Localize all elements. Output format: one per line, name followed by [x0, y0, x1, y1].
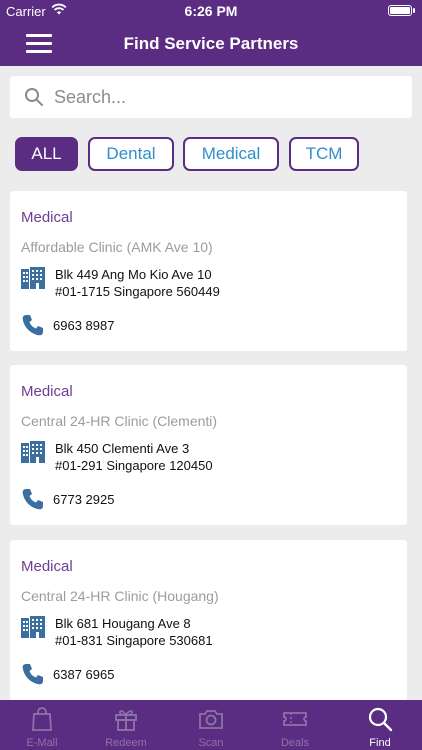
partner-card[interactable]: Medical Central 24-HR Clinic (Hougang) B…	[10, 540, 407, 700]
partner-name: Central 24-HR Clinic (Clementi)	[21, 413, 218, 429]
partner-address: Blk 681 Hougang Ave 8 #01-831 Singapore …	[55, 615, 213, 649]
search-input[interactable]	[54, 82, 394, 112]
partner-category: Medical	[21, 383, 73, 400]
gift-icon	[113, 706, 139, 732]
top-bar: Carrier 6:26 PM Find Service Partners	[0, 0, 422, 66]
address-line-2: #01-831 Singapore 530681	[55, 633, 213, 648]
address-line-1: Blk 681 Hougang Ave 8	[55, 616, 191, 631]
phone-icon[interactable]	[21, 487, 45, 511]
partner-name: Central 24-HR Clinic (Hougang)	[21, 588, 219, 604]
phone-icon[interactable]	[21, 662, 45, 686]
page-title: Find Service Partners	[123, 34, 299, 53]
navigation-bar: Find Service Partners	[0, 22, 422, 66]
building-icon	[21, 441, 45, 463]
tab-label: Find	[369, 737, 391, 749]
phone-icon[interactable]	[21, 313, 45, 337]
tab-redeem[interactable]: Redeem	[84, 700, 168, 750]
tab-bar: E-Mall Redeem Scan Deals Find	[0, 700, 422, 750]
shopping-bag-icon	[29, 706, 55, 732]
partner-address: Blk 449 Ang Mo Kio Ave 10 #01-1715 Singa…	[55, 266, 220, 300]
filter-chip-tcm[interactable]: TCM	[289, 137, 359, 171]
partner-name: Affordable Clinic (AMK Ave 10)	[21, 239, 213, 255]
tab-label: E-Mall	[26, 737, 58, 749]
building-icon	[21, 267, 45, 289]
partner-address: Blk 450 Clementi Ave 3 #01-291 Singapore…	[55, 440, 213, 474]
tab-label: Deals	[280, 737, 310, 749]
address-line-2: #01-1715 Singapore 560449	[55, 284, 220, 299]
partner-category: Medical	[21, 209, 73, 226]
tab-deals[interactable]: Deals	[253, 700, 337, 750]
tab-label: Redeem	[105, 737, 147, 749]
partner-phone[interactable]: 6387 6965	[53, 667, 114, 682]
clock: 6:26 PM	[184, 3, 238, 19]
camera-icon	[198, 706, 224, 732]
building-icon	[21, 616, 45, 638]
partner-card[interactable]: Medical Affordable Clinic (AMK Ave 10) B…	[10, 191, 407, 351]
address-line-2: #01-291 Singapore 120450	[55, 458, 213, 473]
partner-card[interactable]: Medical Central 24-HR Clinic (Clementi) …	[10, 365, 407, 525]
tab-label: Scan	[198, 737, 224, 749]
filter-chip-all[interactable]: ALL	[15, 137, 78, 171]
search-icon	[24, 87, 44, 107]
tab-emall[interactable]: E-Mall	[0, 700, 84, 750]
tab-scan[interactable]: Scan	[169, 700, 253, 750]
partner-category: Medical	[21, 558, 73, 575]
tab-find[interactable]: Find	[338, 700, 422, 750]
status-bar: Carrier 6:26 PM	[0, 0, 422, 22]
filter-chip-dental[interactable]: Dental	[88, 137, 174, 171]
filter-chip-medical[interactable]: Medical	[183, 137, 279, 171]
address-line-1: Blk 449 Ang Mo Kio Ave 10	[55, 267, 212, 282]
address-line-1: Blk 450 Clementi Ave 3	[55, 441, 190, 456]
partner-phone[interactable]: 6963 8987	[53, 318, 114, 333]
ticket-icon	[282, 706, 308, 732]
search-icon	[367, 706, 393, 732]
partner-phone[interactable]: 6773 2925	[53, 492, 114, 507]
battery-icon	[388, 5, 415, 16]
search-bar	[10, 76, 412, 118]
